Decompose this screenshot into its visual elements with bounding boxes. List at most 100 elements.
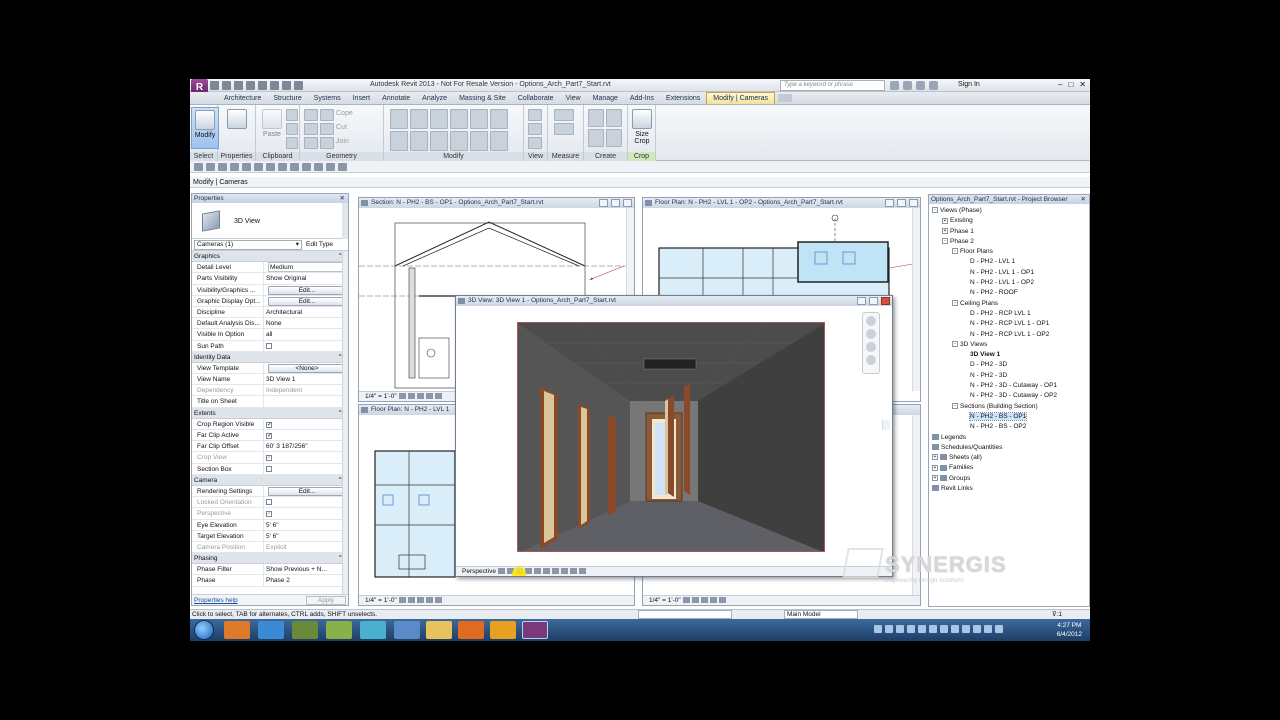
clock[interactable]: 4:27 PM 6/4/2012 [1057, 621, 1082, 639]
prop-crop-region-visible[interactable]: Crop Region Visible ✓ [192, 418, 348, 430]
taskbar-app1-icon[interactable] [292, 621, 318, 639]
view-cube-icon[interactable] [866, 316, 876, 326]
text-icon[interactable] [282, 81, 291, 90]
split-face-icon[interactable] [320, 109, 334, 121]
3d-view-scrollbar[interactable] [882, 420, 890, 430]
prop-view-name[interactable]: View Name 3D View 1 [192, 374, 348, 386]
maximize-icon[interactable]: □ [1068, 80, 1073, 89]
design-option-dropdown[interactable]: Main Model [784, 610, 858, 619]
favorites-icon[interactable] [929, 81, 938, 90]
tree-item[interactable]: N - PH2 - ROOF [929, 288, 1089, 298]
prop-visibility-graphics[interactable]: Visibility/Graphics ... Edit... [192, 284, 348, 296]
array-icon[interactable] [430, 131, 448, 151]
close-icon[interactable]: ✕ [1081, 195, 1086, 204]
minimize-icon[interactable] [885, 199, 894, 207]
tree-item[interactable]: N - PH2 - RCP LVL 1 - OP2 [929, 330, 1089, 340]
qat-open-icon[interactable] [194, 162, 203, 171]
tree-item[interactable]: D - PH2 - LVL 1 [929, 257, 1089, 267]
taskbar-revit-icon[interactable] [522, 621, 548, 639]
qat-print-icon[interactable] [242, 162, 251, 171]
tray-icon-2[interactable] [885, 625, 893, 633]
prop-sun-path[interactable]: Sun Path [192, 340, 348, 352]
qat-3d-icon[interactable] [290, 162, 299, 171]
tray-icon-3[interactable] [896, 625, 904, 633]
restore-icon[interactable] [611, 199, 620, 207]
pin-icon[interactable] [470, 131, 488, 151]
qat-measure-icon[interactable] [254, 162, 263, 171]
binoculars-icon[interactable] [890, 81, 899, 90]
tree-item[interactable]: N - PH2 - 3D - Cutaway - OP2 [929, 391, 1089, 401]
tree-item[interactable]: - Views (Phase) [929, 206, 1089, 216]
communication-icon[interactable] [916, 81, 925, 90]
tray-icon-8[interactable] [951, 625, 959, 633]
modify-button[interactable]: Modify [191, 107, 219, 149]
prop-phase-filter[interactable]: Phase Filter Show Previous + N... [192, 564, 348, 576]
mirror-icon[interactable] [430, 109, 448, 129]
split-icon[interactable] [410, 131, 428, 151]
tree-item[interactable]: + Phase 1 [929, 227, 1089, 237]
prop-visible-in-option[interactable]: Visible In Option all [192, 329, 348, 341]
paste-button[interactable]: Paste [258, 107, 286, 149]
tray-icon-5[interactable] [918, 625, 926, 633]
prop-graphic-display[interactable]: Graphic Display Opt... Edit... [192, 295, 348, 307]
tray-icon-10[interactable] [973, 625, 981, 633]
minimize-icon[interactable]: – [1058, 80, 1062, 89]
expand-icon[interactable]: + [932, 454, 938, 461]
3d-view-icon[interactable] [294, 81, 303, 90]
taskbar-ie-icon[interactable] [258, 621, 284, 639]
apply-button[interactable]: Apply [306, 596, 346, 605]
volume-icon[interactable] [995, 625, 1003, 633]
tab-analyze[interactable]: Analyze [416, 95, 453, 102]
prop-rendering-settings[interactable]: Rendering Settings Edit... [192, 485, 348, 498]
tab-extensions[interactable]: Extensions [660, 95, 706, 102]
navigation-bar[interactable] [862, 312, 880, 374]
minimize-icon[interactable] [857, 297, 866, 305]
prop-discipline[interactable]: Discipline Architectural [192, 306, 348, 319]
collapse-icon[interactable]: - [932, 207, 938, 214]
type-selector-scrollbar[interactable] [342, 203, 348, 239]
close-icon[interactable]: ✕ [340, 194, 345, 203]
group-extents[interactable]: Extents ⌃ [192, 407, 348, 419]
zoom-icon[interactable] [866, 342, 876, 352]
offset-icon[interactable] [410, 109, 428, 129]
close-icon[interactable] [623, 199, 632, 207]
demolish-icon[interactable] [320, 137, 334, 149]
sign-in-button[interactable]: Sign In [958, 81, 980, 88]
rotate-icon[interactable] [490, 109, 508, 129]
steering-wheel-icon[interactable] [866, 329, 876, 339]
move-icon[interactable] [450, 109, 468, 129]
scale-icon[interactable] [450, 131, 468, 151]
tree-item[interactable]: D - PH2 - 3D [929, 360, 1089, 370]
prop-default-analysis[interactable]: Default Analysis Dis... None [192, 318, 348, 330]
size-crop-button[interactable]: Size Crop [628, 107, 656, 149]
tree-item[interactable]: Revit Links [929, 484, 1089, 494]
create-similar-icon[interactable] [606, 129, 622, 147]
subscription-icon[interactable] [903, 81, 912, 90]
close-icon[interactable]: ✕ [1079, 80, 1086, 89]
cut-icon[interactable] [286, 123, 298, 135]
tab-structure[interactable]: Structure [267, 95, 307, 102]
lightbulb-icon[interactable] [528, 109, 542, 121]
qat-switch-windows-icon[interactable] [338, 162, 347, 171]
workset-dropdown[interactable] [638, 610, 732, 619]
expand-icon[interactable]: + [932, 464, 938, 471]
perspective-canvas[interactable] [517, 322, 825, 552]
start-button[interactable] [194, 620, 214, 640]
collapse-icon[interactable]: - [952, 341, 958, 348]
tree-item[interactable]: - Phase 2 [929, 237, 1089, 247]
tree-item[interactable]: - Sections (Building Section) [929, 402, 1089, 412]
taskbar-app2-icon[interactable] [326, 621, 352, 639]
properties-help-link[interactable]: Properties help [194, 595, 238, 605]
3d-view-window[interactable]: 3D View: 3D View 1 - Options_Arch_Part7_… [455, 295, 893, 577]
taskbar-app4-icon[interactable] [394, 621, 420, 639]
sun-path-checkbox[interactable] [266, 342, 272, 349]
far-clip-checkbox[interactable]: ✓ [266, 433, 272, 439]
tray-icon-7[interactable] [940, 625, 948, 633]
cut-geometry-icon[interactable] [304, 123, 318, 135]
undo-icon[interactable] [234, 81, 243, 90]
gdo-edit-button[interactable]: Edit... [268, 296, 346, 306]
taskbar-explorer-icon[interactable] [426, 621, 452, 639]
tree-item[interactable]: -3D Views [929, 340, 1089, 350]
tree-item[interactable]: N - PH2 - BS - OP1 [929, 411, 1089, 422]
close-icon[interactable] [881, 297, 890, 305]
